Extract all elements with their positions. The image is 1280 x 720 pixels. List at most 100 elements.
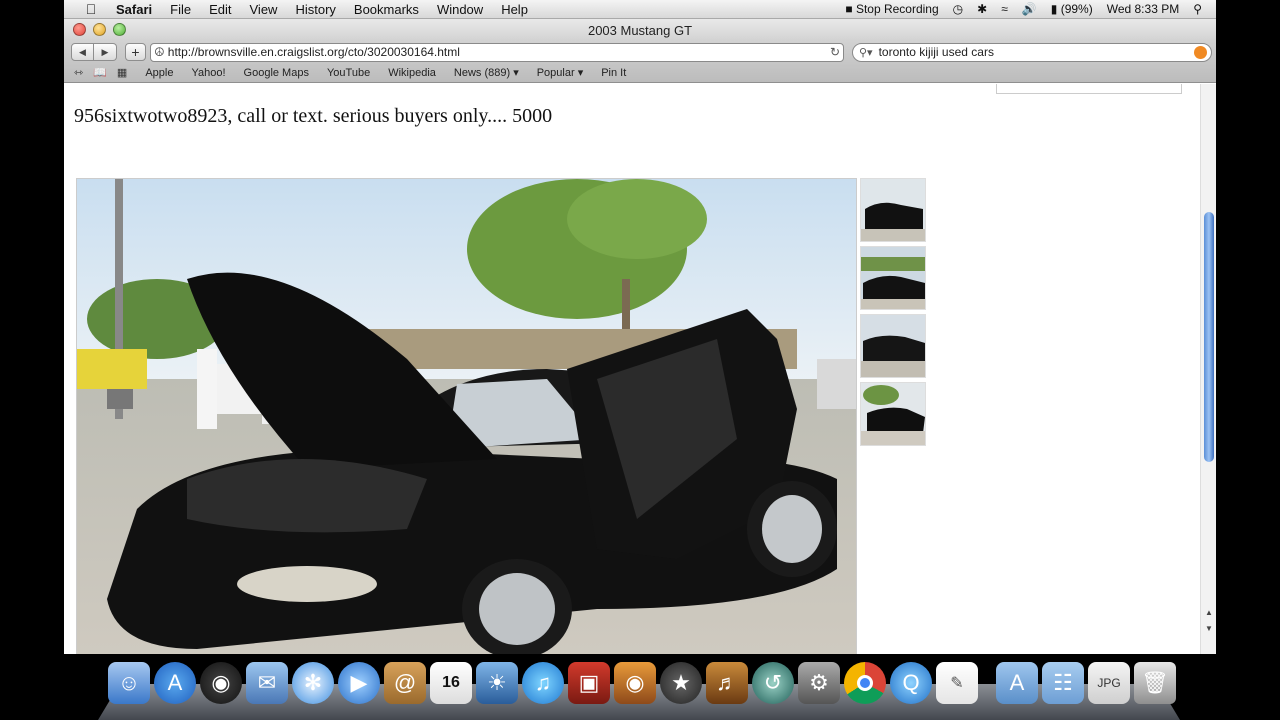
minimize-button[interactable] xyxy=(93,23,106,36)
stop-recording-label: Stop Recording xyxy=(855,2,939,16)
posting-body: 956sixtwotwo8923, call or text. serious … xyxy=(74,105,553,127)
bookmark-news[interactable]: News (889) ▾ xyxy=(454,66,519,79)
bookmark-google-maps[interactable]: Google Maps xyxy=(244,67,309,79)
finder-icon[interactable]: ☺ xyxy=(108,662,150,704)
calendar-day: 16 xyxy=(442,674,460,691)
bookmark-youtube[interactable]: YouTube xyxy=(327,67,370,79)
screen:  Safari File Edit View History Bookmark… xyxy=(0,0,1280,720)
photo-booth-icon[interactable]: ▣ xyxy=(568,662,610,704)
facetime-icon[interactable]: ▶ xyxy=(338,662,380,704)
battery-status[interactable]: ▮ (99%) xyxy=(1051,2,1093,16)
menu-view[interactable]: View xyxy=(250,2,278,17)
window-title: 2003 Mustang GT xyxy=(587,22,693,38)
bookmark-apple[interactable]: Apple xyxy=(145,67,173,79)
menu-file[interactable]: File xyxy=(170,2,191,17)
nav-buttons: ◀ ▶ xyxy=(71,43,117,61)
status-area: ■ Stop Recording ◷ ✱ ≈ 🔊 ▮ (99%) Wed 8:3… xyxy=(845,2,1202,16)
search-field[interactable]: ⚲▾ toronto kijiji used cars xyxy=(852,42,1212,62)
quicktime-icon[interactable]: Q xyxy=(890,662,932,704)
scrollbar-thumb[interactable] xyxy=(1204,212,1214,462)
bookmarks-book-icon[interactable]: 📖 xyxy=(93,66,107,79)
bookmarks-bar: ⇿ 📖 ▦ Apple Yahoo! Google Maps YouTube W… xyxy=(64,63,1216,83)
iphoto-camera-icon[interactable]: ◉ xyxy=(614,662,656,704)
back-button[interactable]: ◀ xyxy=(71,43,94,61)
scroll-up-arrow-icon[interactable]: ▲ xyxy=(1201,606,1216,620)
clock[interactable]: Wed 8:33 PM xyxy=(1107,2,1179,16)
thumbnail-2-graphic xyxy=(861,247,925,309)
thumbnail-4[interactable] xyxy=(860,382,926,446)
thumbnail-3-graphic xyxy=(861,315,925,377)
bookmark-popular[interactable]: Popular ▾ xyxy=(537,66,584,79)
url-text[interactable]: http://brownsville.en.craigslist.org/cto… xyxy=(168,45,827,59)
menu-bookmarks[interactable]: Bookmarks xyxy=(354,2,419,17)
documents-folder-icon[interactable]: ☷ xyxy=(1042,662,1084,704)
thumbnail-1-graphic xyxy=(861,179,925,241)
toolbar: ◀ ▶ + ☮ http://brownsville.en.craigslist… xyxy=(64,41,1216,63)
volume-icon[interactable]: 🔊 xyxy=(1022,2,1037,16)
safari-icon[interactable]: ✻ xyxy=(292,662,334,704)
title-bar: 2003 Mustang GT xyxy=(64,19,1216,41)
vertical-scrollbar[interactable]: ▲ ▼ xyxy=(1200,84,1216,654)
wifi-icon[interactable]: ≈ xyxy=(1001,2,1008,16)
reload-icon[interactable]: ↻ xyxy=(827,45,843,59)
time-machine-icon[interactable]: ◷ xyxy=(953,2,963,16)
page-content: 956sixtwotwo8923, call or text. serious … xyxy=(64,84,1200,654)
reading-list-icon[interactable]: ⇿ xyxy=(74,66,83,79)
search-query[interactable]: toronto kijiji used cars xyxy=(879,45,1194,59)
car-photo-graphic xyxy=(77,179,856,654)
bookmark-wikipedia[interactable]: Wikipedia xyxy=(388,67,436,79)
chrome-icon[interactable] xyxy=(844,662,886,704)
safari-window:  Safari File Edit View History Bookmark… xyxy=(64,0,1216,720)
snapback-icon[interactable] xyxy=(1194,45,1207,59)
apple-logo-icon[interactable]:  xyxy=(80,1,102,17)
system-preferences-icon[interactable]: ⚙ xyxy=(798,662,840,704)
battery-percent: (99%) xyxy=(1060,2,1093,16)
mail-icon[interactable]: ✉ xyxy=(246,662,288,704)
menu-safari[interactable]: Safari xyxy=(116,2,152,17)
add-bookmark-button[interactable]: + xyxy=(125,43,146,61)
itunes-icon[interactable]: ♫ xyxy=(522,662,564,704)
menu-bar:  Safari File Edit View History Bookmark… xyxy=(64,0,1216,19)
imovie-icon[interactable]: ★ xyxy=(660,662,702,704)
garageband-icon[interactable]: ♬ xyxy=(706,662,748,704)
sidebar-box xyxy=(996,84,1182,94)
menu-edit[interactable]: Edit xyxy=(209,2,231,17)
close-button[interactable] xyxy=(73,23,86,36)
main-car-photo[interactable] xyxy=(76,178,857,654)
menu-help[interactable]: Help xyxy=(501,2,528,17)
zoom-button[interactable] xyxy=(113,23,126,36)
menu-history[interactable]: History xyxy=(295,2,335,17)
thumbnail-1[interactable] xyxy=(860,178,926,242)
stop-recording-item[interactable]: ■ Stop Recording xyxy=(845,2,938,16)
textedit-icon[interactable]: ✎ xyxy=(936,662,978,704)
battery-icon: ▮ xyxy=(1050,2,1058,16)
address-bar[interactable]: ☮ http://brownsville.en.craigslist.org/c… xyxy=(150,42,844,62)
thumbnail-4-graphic xyxy=(861,383,925,445)
dock-separator xyxy=(982,662,992,704)
applications-folder-icon[interactable]: A xyxy=(996,662,1038,704)
menu-window[interactable]: Window xyxy=(437,2,483,17)
bookmark-yahoo[interactable]: Yahoo! xyxy=(191,67,225,79)
top-sites-grid-icon[interactable]: ▦ xyxy=(117,66,127,79)
iphoto-icon[interactable]: ☀ xyxy=(476,662,518,704)
address-book-icon[interactable]: @ xyxy=(384,662,426,704)
calendar-icon[interactable]: 16 xyxy=(430,662,472,704)
thumbnail-3[interactable] xyxy=(860,314,926,378)
forward-button[interactable]: ▶ xyxy=(94,43,117,61)
window-controls xyxy=(73,23,126,36)
trash-icon[interactable]: 🗑 xyxy=(1134,662,1176,704)
dock-icons: ☺ A ◉ ✉ ✻ ▶ @ 16 ☀ ♫ ▣ ◉ ★ ♬ ↺ ⚙ Q ✎ A ☷… xyxy=(108,662,1176,704)
site-icon: ☮ xyxy=(154,45,165,59)
search-icon: ⚲▾ xyxy=(859,46,873,59)
jpeg-file-icon[interactable]: JPG xyxy=(1088,662,1130,704)
app-store-icon[interactable]: A xyxy=(154,662,196,704)
bluetooth-icon[interactable]: ✱ xyxy=(977,2,987,16)
scroll-down-arrow-icon[interactable]: ▼ xyxy=(1201,622,1216,636)
forward-arrow-icon: ▶ xyxy=(101,46,109,57)
bookmark-pin-it[interactable]: Pin It xyxy=(601,67,626,79)
dashboard-icon[interactable]: ◉ xyxy=(200,662,242,704)
thumbnail-2[interactable] xyxy=(860,246,926,310)
spotlight-icon[interactable]: ⚲ xyxy=(1193,2,1202,16)
time-machine-icon-dock[interactable]: ↺ xyxy=(752,662,794,704)
thumbnail-strip xyxy=(860,178,926,450)
